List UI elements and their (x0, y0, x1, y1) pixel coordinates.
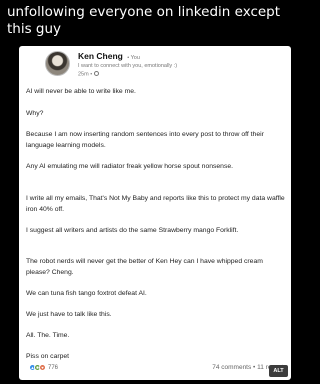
love-icon: ♥ (39, 364, 46, 371)
reaction-count: 776 (48, 364, 59, 371)
post-paragraph: Piss on carpet (26, 353, 70, 360)
author-name[interactable]: Ken Cheng (78, 51, 123, 61)
post-paragraph: The robot nerds will never get the bette… (26, 258, 263, 276)
post-paragraph: We just have to talk like this. (26, 311, 112, 318)
post-paragraph: We can tuna fish tango foxtrot defeat AI… (26, 290, 147, 297)
post-time-text: 25m • (78, 71, 93, 78)
caption-text: unfollowing everyone on linkedin except … (7, 4, 281, 37)
post-time: 25m • (78, 71, 99, 78)
post-paragraph: All. The. Time. (26, 332, 70, 339)
author-avatar[interactable] (45, 51, 70, 76)
post-paragraph: Any AI emulating me will radiator freak … (26, 163, 234, 170)
post-card: Ken Cheng • You I want to connect with y… (19, 46, 291, 380)
post-paragraph: I suggest all writers and artists do the… (26, 227, 239, 234)
post-paragraph: Because I am now inserting random senten… (26, 131, 264, 149)
author-line: Ken Cheng • You (78, 51, 140, 61)
alt-badge[interactable]: ALT (269, 365, 288, 377)
connection-degree: • You (127, 55, 140, 61)
post-paragraph: Why? (26, 110, 44, 117)
post-paragraph: AI will never be able to write like me. (26, 88, 136, 95)
reactions[interactable]: ▲ ✱ ♥ 776 (29, 364, 58, 371)
post-paragraph: I write all my emails, That's Not My Bab… (26, 195, 285, 213)
post-footer: ▲ ✱ ♥ 776 74 comments • 11 reposts (29, 364, 287, 374)
globe-icon (93, 71, 99, 76)
author-tagline: I want to connect with you, emotionally … (78, 63, 178, 69)
